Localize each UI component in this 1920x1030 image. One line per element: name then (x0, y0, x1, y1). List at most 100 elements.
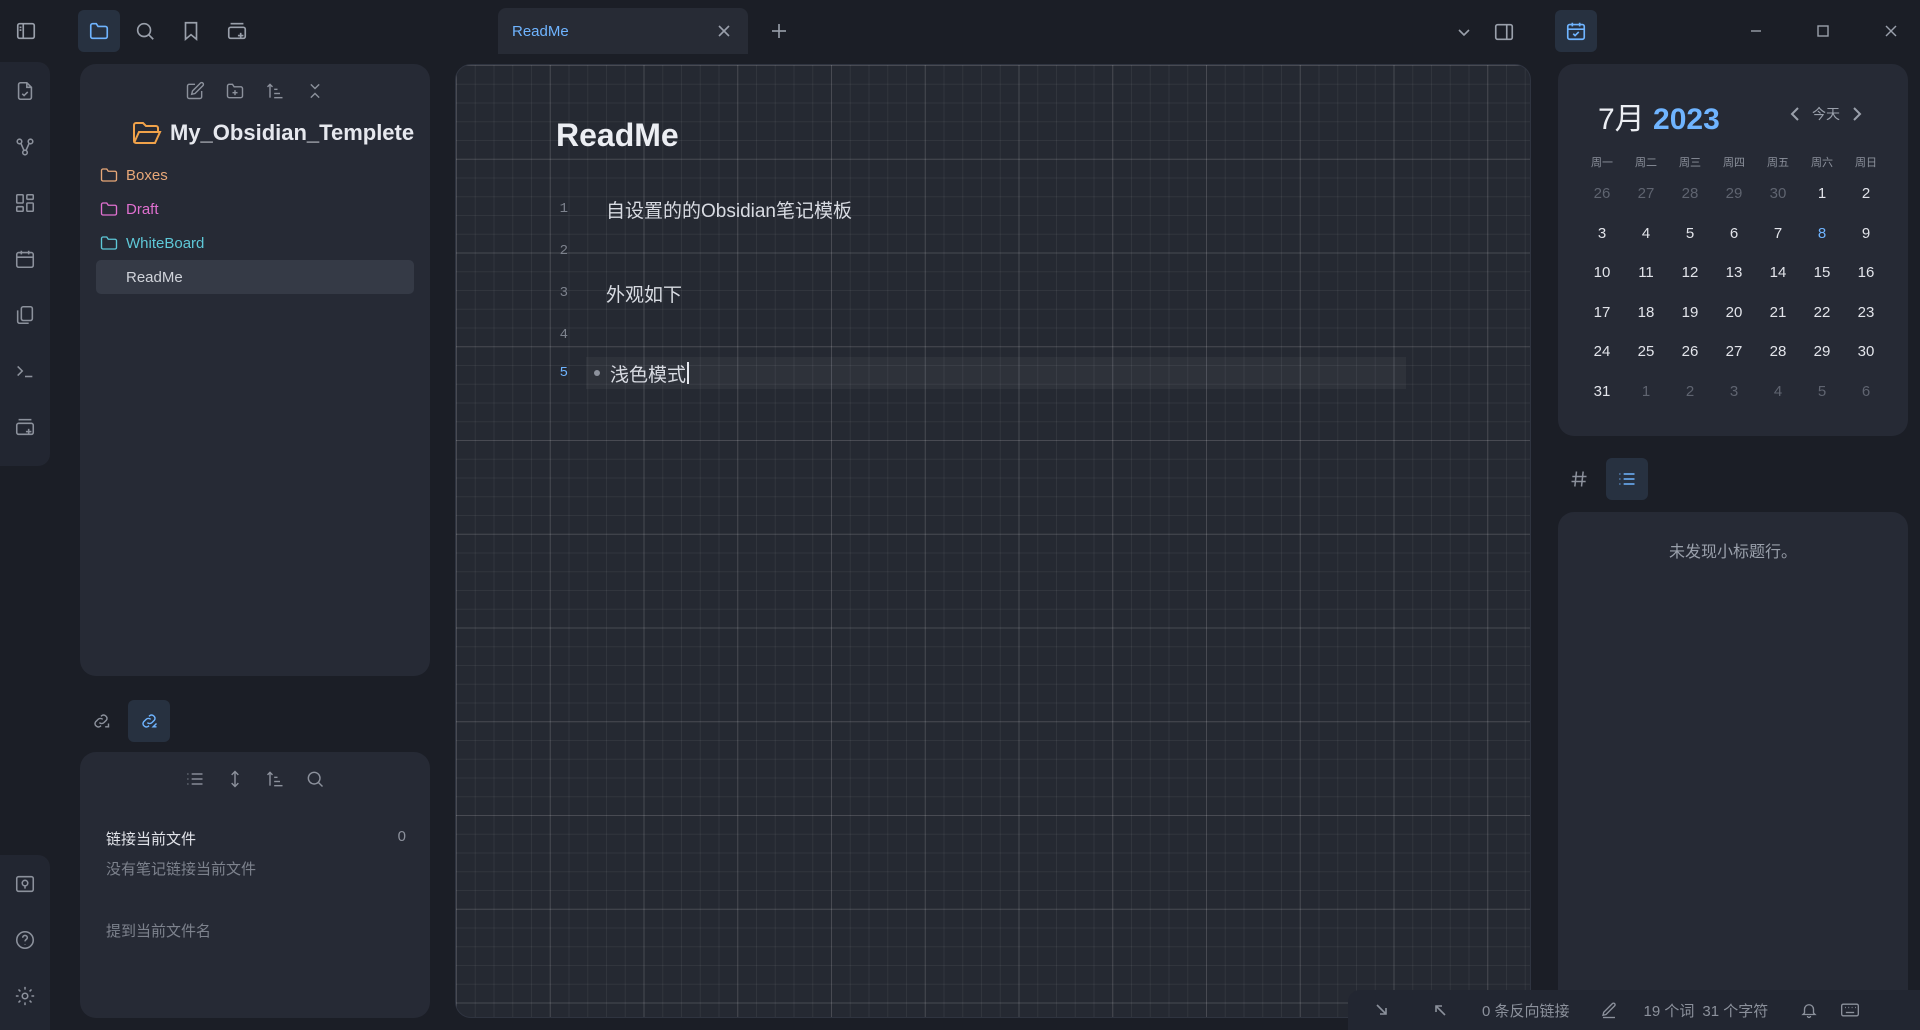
vault-title[interactable]: My_Obsidian_Templete (132, 120, 414, 146)
calendar-day[interactable]: 26 (1580, 174, 1624, 214)
tree-file-readme[interactable]: ReadMe (96, 260, 414, 294)
edit-mode-pencil-icon[interactable] (1582, 990, 1630, 1030)
calendar-day[interactable]: 29 (1800, 332, 1844, 372)
backlinks-tab-icon[interactable] (128, 700, 170, 742)
editor-line[interactable]: 1 自设置的的Obsidian笔记模板 (456, 193, 1456, 225)
line-text[interactable]: 浅色模式 (610, 360, 686, 387)
new-note-icon[interactable] (182, 78, 208, 104)
calendar-day[interactable]: 20 (1712, 293, 1756, 333)
minimize-icon[interactable] (1741, 16, 1771, 46)
calendar-day[interactable]: 12 (1668, 253, 1712, 293)
calendar-day[interactable]: 26 (1668, 332, 1712, 372)
unlinked-mentions-header[interactable]: 提到当前文件名 (106, 920, 211, 941)
settings-gear-icon[interactable] (10, 981, 40, 1011)
calendar-day[interactable]: 27 (1712, 332, 1756, 372)
list-icon[interactable] (182, 766, 208, 792)
calendar-day[interactable]: 18 (1624, 293, 1668, 333)
tree-folder-boxes[interactable]: Boxes (96, 158, 414, 192)
close-icon[interactable] (714, 21, 734, 41)
line-text[interactable]: 外观如下 (578, 280, 682, 307)
file-explorer-tab[interactable] (78, 10, 120, 52)
collapse-all-icon[interactable] (302, 78, 328, 104)
calendar-day[interactable]: 15 (1800, 253, 1844, 293)
sidebar-toggle-icon[interactable] (10, 15, 42, 47)
sort-order-icon[interactable] (262, 766, 288, 792)
calendar-day[interactable]: 3 (1580, 214, 1624, 254)
calendar-day[interactable]: 7 (1756, 214, 1800, 254)
note-title[interactable]: ReadMe (556, 117, 679, 154)
calendar-day[interactable]: 5 (1668, 214, 1712, 254)
calendar-day[interactable]: 28 (1756, 332, 1800, 372)
calendar-day[interactable]: 10 (1580, 253, 1624, 293)
calendar-day[interactable]: 23 (1844, 293, 1888, 333)
expand-vertical-icon[interactable] (222, 766, 248, 792)
sync-bell-icon[interactable] (1780, 990, 1830, 1030)
backlinks-count[interactable]: 0 条反向链接 (1460, 990, 1582, 1030)
calendar-day[interactable]: 3 (1712, 372, 1756, 412)
calendar-day[interactable]: 30 (1756, 174, 1800, 214)
calendar-day[interactable]: 27 (1624, 174, 1668, 214)
calendar-day[interactable]: 29 (1712, 174, 1756, 214)
editor-line[interactable]: 4 (456, 319, 1456, 351)
maximize-icon[interactable] (1808, 16, 1838, 46)
calendar-day[interactable]: 31 (1580, 372, 1624, 412)
calendar-day[interactable]: 5 (1800, 372, 1844, 412)
linked-mentions-header[interactable]: 链接当前文件 0 (106, 828, 406, 849)
calendar-day[interactable]: 8 (1800, 214, 1844, 254)
calendar-day[interactable]: 4 (1624, 214, 1668, 254)
calendar-day[interactable]: 11 (1624, 253, 1668, 293)
calendar-day[interactable]: 14 (1756, 253, 1800, 293)
chevron-left-icon[interactable] (1788, 105, 1802, 123)
command-palette-icon[interactable] (10, 356, 40, 386)
calendar-day[interactable]: 21 (1756, 293, 1800, 333)
workspace-layout-icon[interactable] (10, 412, 40, 442)
calendar-day[interactable]: 28 (1668, 174, 1712, 214)
calendar-day[interactable]: 6 (1712, 214, 1756, 254)
templates-icon[interactable] (10, 300, 40, 330)
chevron-right-icon[interactable] (1850, 105, 1864, 123)
keyboard-icon[interactable] (1830, 990, 1872, 1030)
calendar-day[interactable]: 22 (1800, 293, 1844, 333)
chevron-down-icon[interactable] (1452, 20, 1476, 44)
outgoing-links-icon[interactable] (80, 700, 122, 742)
new-folder-icon[interactable] (222, 78, 248, 104)
calendar-day[interactable]: 2 (1668, 372, 1712, 412)
help-icon[interactable] (10, 925, 40, 955)
sort-order-icon[interactable] (262, 78, 288, 104)
open-quick-switcher-icon[interactable] (10, 76, 40, 106)
line-text[interactable]: 自设置的的Obsidian笔记模板 (578, 196, 852, 223)
graph-view-icon[interactable] (10, 132, 40, 162)
tags-hash-icon[interactable] (1558, 458, 1600, 500)
arrow-down-right-icon[interactable] (1348, 990, 1402, 1030)
workspaces-tab[interactable] (216, 10, 258, 52)
outline-list-icon[interactable] (1606, 458, 1648, 500)
calendar-tab-icon[interactable] (1555, 10, 1597, 52)
calendar-day[interactable]: 24 (1580, 332, 1624, 372)
tree-folder-draft[interactable]: Draft (96, 192, 414, 226)
calendar-day[interactable]: 17 (1580, 293, 1624, 333)
calendar-day[interactable]: 4 (1756, 372, 1800, 412)
search-tab[interactable] (124, 10, 166, 52)
calendar-day[interactable]: 1 (1624, 372, 1668, 412)
right-sidebar-toggle-icon[interactable] (1490, 18, 1518, 46)
calendar-day[interactable]: 9 (1844, 214, 1888, 254)
editor-line[interactable]: 2 (456, 235, 1456, 267)
editor-line-active[interactable]: 5 浅色模式 (456, 357, 1456, 389)
editor-pane[interactable]: ReadMe 1 自设置的的Obsidian笔记模板 2 3 外观如下 4 5 … (455, 64, 1531, 1018)
calendar-day[interactable]: 16 (1844, 253, 1888, 293)
vault-switcher-icon[interactable] (10, 869, 40, 899)
calendar-day[interactable]: 13 (1712, 253, 1756, 293)
search-icon[interactable] (302, 766, 328, 792)
editor-line[interactable]: 3 外观如下 (456, 277, 1456, 309)
today-button[interactable]: 今天 (1812, 104, 1840, 124)
daily-note-icon[interactable] (10, 244, 40, 274)
calendar-day[interactable]: 2 (1844, 174, 1888, 214)
arrow-up-left-icon[interactable] (1402, 990, 1460, 1030)
calendar-day[interactable]: 25 (1624, 332, 1668, 372)
calendar-day[interactable]: 30 (1844, 332, 1888, 372)
tree-folder-whiteboard[interactable]: WhiteBoard (96, 226, 414, 260)
active-line-highlight[interactable]: 浅色模式 (586, 357, 1406, 389)
bookmarks-tab[interactable] (170, 10, 212, 52)
tab-readme[interactable]: ReadMe (498, 8, 748, 54)
calendar-day[interactable]: 6 (1844, 372, 1888, 412)
